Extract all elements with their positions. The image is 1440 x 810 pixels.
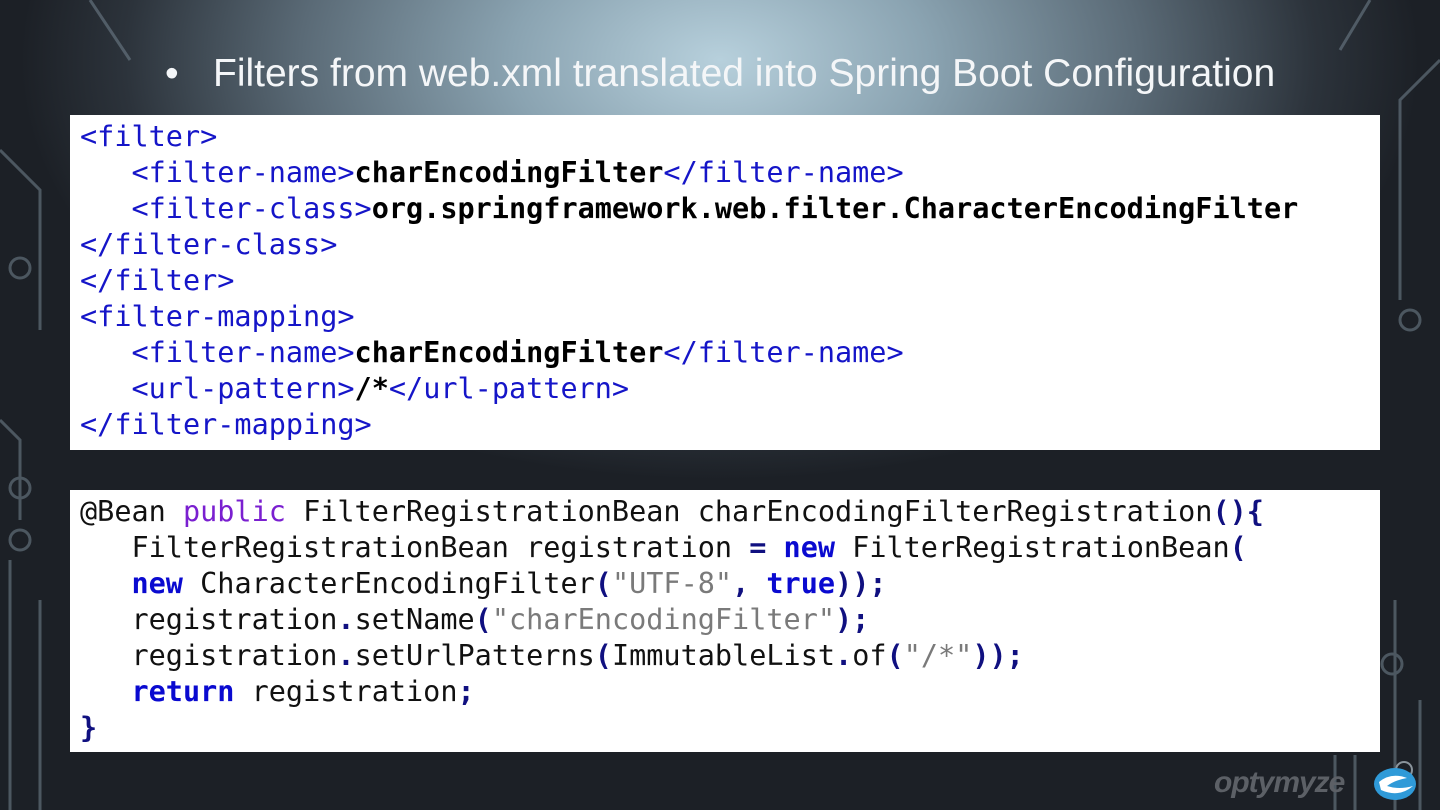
code-token: org.springframework.web.filter.Character… <box>371 192 1299 225</box>
code-token: } <box>80 711 98 744</box>
code-token: ( <box>594 567 612 600</box>
code-line: </filter-class> <box>80 227 1380 263</box>
code-token: ImmutableList <box>611 639 836 672</box>
code-line: <filter> <box>80 119 1380 155</box>
code-token: return <box>131 675 235 708</box>
code-token: ( <box>1229 531 1247 564</box>
code-token: <filter-class> <box>131 192 372 225</box>
code-token: <filter-name> <box>131 156 355 189</box>
code-line: <filter-mapping> <box>80 299 1380 335</box>
code-token: ( <box>886 639 904 672</box>
code-line: <filter-name>charEncodingFilter</filter-… <box>80 155 1380 191</box>
code-line: @Bean public FilterRegistrationBean char… <box>80 494 1380 530</box>
code-token: setName <box>354 603 475 636</box>
code-token: . <box>835 639 853 672</box>
slide-title: • Filters from web.xml translated into Sp… <box>165 52 1275 96</box>
code-token: </filter> <box>80 264 235 297</box>
code-token: <filter-name> <box>131 336 355 369</box>
code-token: ( <box>594 639 612 672</box>
code-token: </filter-class> <box>80 228 338 261</box>
code-line: <filter-name>charEncodingFilter</filter-… <box>80 335 1380 371</box>
code-token: @Bean <box>80 495 183 528</box>
code-line: new CharacterEncodingFilter("UTF-8", tru… <box>80 566 1380 602</box>
code-token: public <box>182 495 286 528</box>
code-token: FilterRegistrationBean <box>835 531 1230 564</box>
code-line: FilterRegistrationBean registration = ne… <box>80 530 1380 566</box>
code-token: . <box>337 639 355 672</box>
code-line: registration.setUrlPatterns(ImmutableLis… <box>80 638 1380 674</box>
code-token: true <box>766 567 836 600</box>
code-token: FilterRegistrationBean charEncodingFilte… <box>285 495 1213 528</box>
code-token: )); <box>835 567 887 600</box>
code-line: </filter-mapping> <box>80 407 1380 443</box>
code-token: ); <box>835 603 870 636</box>
code-token: charEncodingFilter <box>354 336 664 369</box>
code-token: </filter-name> <box>663 156 904 189</box>
xml-code-block: <filter> <filter-name>charEncodingFilter… <box>70 115 1380 450</box>
optymyze-logo: optymyze <box>1214 766 1345 799</box>
optymyze-logo-icon <box>1374 761 1416 800</box>
code-token: <url-pattern> <box>131 372 355 405</box>
code-token: (){ <box>1212 495 1264 528</box>
code-token: "/*" <box>903 639 973 672</box>
java-code-block: @Bean public FilterRegistrationBean char… <box>70 490 1380 752</box>
code-line: registration.setName("charEncodingFilter… <box>80 602 1380 638</box>
code-token: </filter-mapping> <box>80 408 372 441</box>
bullet-icon: • <box>165 52 179 95</box>
code-token: new <box>131 567 183 600</box>
code-token: </filter-name> <box>663 336 904 369</box>
code-token: "UTF-8" <box>611 567 733 600</box>
code-token: ( <box>474 603 492 636</box>
code-token: of <box>852 639 887 672</box>
code-token: = <box>749 531 767 564</box>
code-token: registration <box>80 603 338 636</box>
code-token: . <box>337 603 355 636</box>
code-token: "charEncodingFilter" <box>491 603 836 636</box>
code-token: </url-pattern> <box>388 372 630 405</box>
code-line: <filter-class>org.springframework.web.fi… <box>80 191 1380 227</box>
code-token: new <box>783 531 836 564</box>
code-token: setUrlPatterns <box>354 639 595 672</box>
code-token: registration <box>80 639 338 672</box>
code-line: <url-pattern>/*</url-pattern> <box>80 371 1380 407</box>
code-line: } <box>80 710 1380 746</box>
code-token: charEncodingFilter <box>354 156 664 189</box>
code-token: ; <box>457 675 475 708</box>
code-token: CharacterEncodingFilter <box>182 567 595 600</box>
code-token: /* <box>354 372 389 405</box>
code-line: return registration; <box>80 674 1380 710</box>
code-token: <filter-mapping> <box>80 300 355 333</box>
code-token: <filter> <box>80 120 218 153</box>
slide-title-text: Filters from web.xml translated into Spr… <box>213 52 1276 95</box>
code-token: registration <box>234 675 458 708</box>
code-line: </filter> <box>80 263 1380 299</box>
code-token: , <box>732 567 767 600</box>
code-token: FilterRegistrationBean registration <box>80 531 750 564</box>
code-token: )); <box>972 639 1024 672</box>
